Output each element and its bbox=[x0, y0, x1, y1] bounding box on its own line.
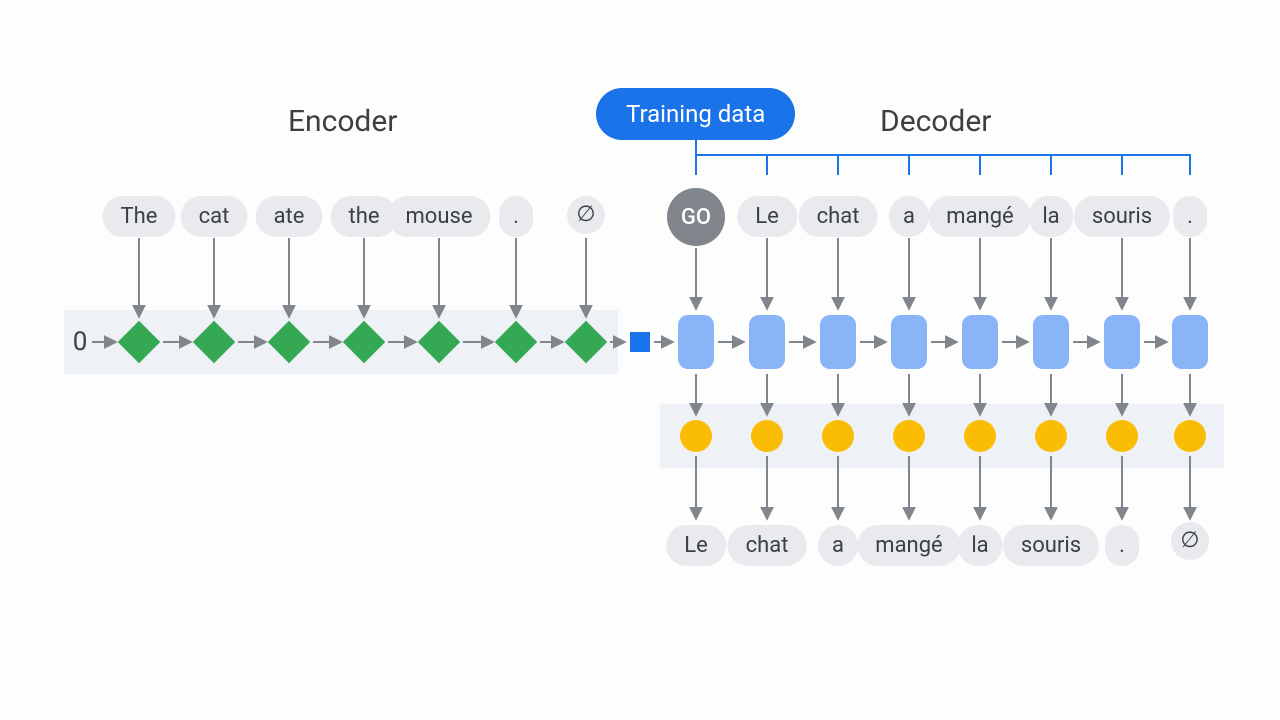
decoder-softmax-4 bbox=[964, 420, 996, 452]
decoder-softmax-0 bbox=[680, 420, 712, 452]
decoder-output-1: chat bbox=[728, 525, 807, 566]
encoder-token-6: ∅ bbox=[567, 196, 605, 234]
decoder-output-6: . bbox=[1105, 525, 1139, 566]
decoder-output-2: a bbox=[818, 525, 858, 566]
encoder-token-2: ate bbox=[256, 196, 323, 237]
decoder-output-track bbox=[660, 404, 1224, 468]
decoder-softmax-6 bbox=[1106, 420, 1138, 452]
encoder-token-1: cat bbox=[181, 196, 248, 237]
decoder-input-2: chat bbox=[799, 196, 878, 237]
decoder-input-3: a bbox=[889, 196, 929, 237]
training-data-badge: Training data bbox=[596, 88, 795, 140]
encoder-token-5: . bbox=[499, 196, 533, 237]
decoder-input-4: mangé bbox=[928, 196, 1031, 237]
decoder-output-0: Le bbox=[666, 525, 726, 566]
decoder-output-4: la bbox=[957, 525, 1002, 566]
decoder-softmax-5 bbox=[1035, 420, 1067, 452]
decoder-output-7: ∅ bbox=[1171, 522, 1209, 560]
decoder-title: Decoder bbox=[880, 104, 991, 139]
decoder-input-7: . bbox=[1173, 196, 1207, 237]
decoder-cell-1 bbox=[749, 315, 785, 369]
decoder-input-go: GO bbox=[667, 188, 725, 246]
decoder-softmax-3 bbox=[893, 420, 925, 452]
decoder-cell-6 bbox=[1104, 315, 1140, 369]
decoder-input-5: la bbox=[1028, 196, 1073, 237]
decoder-output-5: souris bbox=[1003, 525, 1099, 566]
decoder-cell-0 bbox=[678, 315, 714, 369]
decoder-cell-5 bbox=[1033, 315, 1069, 369]
context-vector bbox=[630, 332, 650, 352]
decoder-input-1: Le bbox=[737, 196, 797, 237]
decoder-softmax-7 bbox=[1174, 420, 1206, 452]
decoder-cell-7 bbox=[1172, 315, 1208, 369]
decoder-cell-2 bbox=[820, 315, 856, 369]
encoder-initial-state: 0 bbox=[73, 327, 88, 357]
decoder-cell-3 bbox=[891, 315, 927, 369]
decoder-softmax-2 bbox=[822, 420, 854, 452]
decoder-softmax-1 bbox=[751, 420, 783, 452]
decoder-output-3: mangé bbox=[857, 525, 960, 566]
encoder-title: Encoder bbox=[288, 104, 397, 139]
decoder-input-6: souris bbox=[1074, 196, 1170, 237]
encoder-token-4: mouse bbox=[388, 196, 491, 237]
encoder-token-0: The bbox=[103, 196, 176, 237]
decoder-cell-4 bbox=[962, 315, 998, 369]
